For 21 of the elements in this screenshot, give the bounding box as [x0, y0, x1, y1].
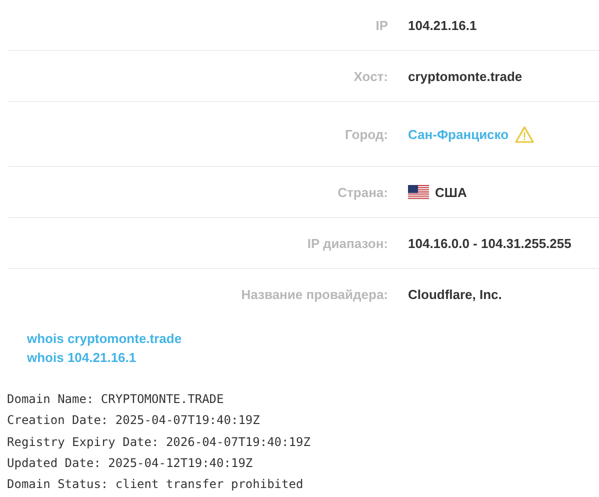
- whois-line: Domain Name: CRYPTOMONTE.TRADE: [7, 391, 224, 408]
- field-value: США: [435, 184, 467, 200]
- field-label: IP: [374, 18, 388, 32]
- whois-line: Updated Date: 2025-04-12T19:40:19Z: [7, 454, 253, 472]
- field-label: Название провайдера:: [240, 286, 388, 302]
- field-label: IP диапазон:: [306, 236, 388, 250]
- field-label: Страна:: [336, 184, 388, 200]
- field-label: Хост:: [352, 68, 388, 84]
- whois-line: Domain Status: client transfer prohibited: [7, 476, 304, 494]
- field-value: Cloudflare, Inc.: [408, 286, 502, 302]
- whois-link[interactable]: whois 104.21.16.1: [27, 350, 136, 365]
- whois-line: Registry Expiry Date: 2026-04-07T19:40:19Z: [7, 434, 310, 451]
- flag-icon: [408, 184, 429, 200]
- field-label: Город:: [344, 126, 388, 142]
- field-value: cryptomonte.trade: [408, 68, 522, 84]
- warning-icon: [514, 126, 534, 142]
- whois-line: Creation Date: 2025-04-07T19:40:19Z: [7, 412, 260, 430]
- field-value: 104.21.16.1: [408, 18, 477, 32]
- whois-link[interactable]: whois cryptomonte.trade: [27, 331, 182, 346]
- field-value: 104.16.0.0 - 104.31.255.255: [408, 236, 572, 250]
- city-link[interactable]: Сан-Франциско: [408, 126, 509, 142]
